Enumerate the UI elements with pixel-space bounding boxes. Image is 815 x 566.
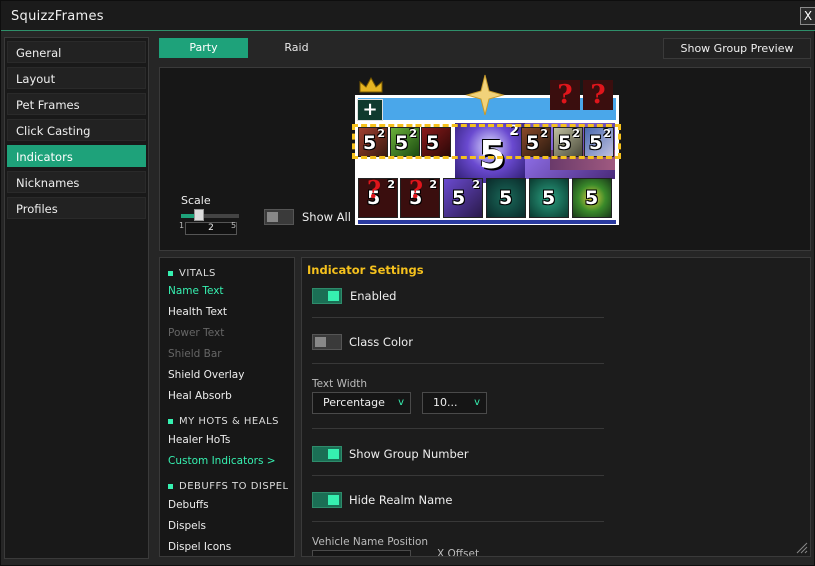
scale-slider[interactable]: 1 2 5: [179, 209, 241, 235]
sidebar-item-indicators[interactable]: Indicators: [7, 145, 146, 167]
enabled-toggle[interactable]: [312, 288, 342, 304]
tab-party[interactable]: Party: [159, 38, 248, 58]
list-item-debuffs[interactable]: Debuffs: [168, 499, 209, 511]
class-color-toggle[interactable]: [312, 334, 342, 350]
vehicle-name-position-label: Vehicle Name Position: [312, 536, 429, 548]
show-all-toggle[interactable]: [264, 209, 294, 225]
dispel-icon: 5: [486, 178, 526, 218]
indicator-settings-panel: Indicator Settings Enabled Class Color T…: [301, 257, 811, 557]
chevron-down-icon: v: [398, 397, 404, 408]
resize-grip-icon[interactable]: [796, 542, 808, 554]
list-item-custom-indicators[interactable]: Custom Indicators >: [168, 455, 276, 467]
plus-icon: +: [357, 99, 383, 121]
list-item-heal-absorb[interactable]: Heal Absorb: [168, 390, 232, 402]
list-item-shield-overlay[interactable]: Shield Overlay: [168, 369, 244, 381]
x-offset-label: X Offset: [437, 548, 480, 557]
debuff-icon: 52: [443, 178, 483, 218]
list-item-healer-hots[interactable]: Healer HoTs: [168, 434, 230, 446]
sidebar-item-profiles[interactable]: Profiles: [7, 197, 146, 219]
dispel-icon: 5: [572, 178, 612, 218]
show-group-number-label: Show Group Number: [349, 447, 469, 461]
hide-realm-name-label: Hide Realm Name: [349, 493, 453, 507]
enabled-label: Enabled: [350, 289, 397, 303]
sidebar-item-pet-frames[interactable]: Pet Frames: [7, 93, 146, 115]
divider: [312, 363, 604, 364]
frame-preview-panel: Scale 1 2 5 Show All + ? ? 5 2 5 2 5 5 2…: [159, 67, 811, 251]
category-my-hots-heals: MY HOTS & HEALS: [168, 416, 279, 427]
sidebar-item-nicknames[interactable]: Nicknames: [7, 171, 146, 193]
text-width-label: Text Width: [312, 378, 368, 390]
slider-max-label: 5: [231, 221, 237, 230]
unit-frame-preview: + ? ? 52 52 5 52 52 52 52 52 52 52 5 5 5…: [352, 74, 621, 225]
list-item-shield-bar[interactable]: Shield Bar: [168, 348, 222, 360]
tab-bar: Party Raid Show Group Preview: [159, 38, 811, 60]
leader-crown-icon: [359, 76, 383, 93]
divider: [312, 521, 604, 522]
show-group-number-toggle[interactable]: [312, 446, 342, 462]
list-item-health-text[interactable]: Health Text: [168, 306, 227, 318]
divider: [312, 317, 604, 318]
question-mark-icon: ?: [409, 175, 424, 204]
slider-min-label: 1: [179, 221, 185, 230]
class-color-label: Class Color: [349, 335, 413, 349]
text-width-mode-select[interactable]: Percentage v: [312, 392, 411, 414]
category-vitals: VITALS: [168, 268, 216, 279]
settings-title: Indicator Settings: [307, 263, 424, 277]
sidebar-item-layout[interactable]: Layout: [7, 67, 146, 89]
window-title: SquizzFrames: [11, 9, 104, 24]
sidebar-item-click-casting[interactable]: Click Casting: [7, 119, 146, 141]
divider: [312, 475, 604, 476]
divider: [312, 428, 604, 429]
list-item-name-text[interactable]: Name Text: [168, 285, 224, 297]
raid-star-icon: [465, 74, 505, 116]
list-item-power-text[interactable]: Power Text: [168, 327, 224, 339]
vehicle-name-position-select[interactable]: [312, 550, 411, 556]
dispel-icon: 5: [529, 178, 569, 218]
chevron-down-icon: v: [474, 397, 480, 408]
scale-value-box[interactable]: 2: [185, 222, 237, 235]
list-item-dispel-icons[interactable]: Dispel Icons: [168, 541, 231, 553]
question-mark-icon: ?: [367, 175, 382, 204]
close-button[interactable]: X: [800, 7, 815, 25]
power-bar: [358, 220, 616, 224]
question-mark-icon: ?: [583, 80, 613, 110]
slider-thumb[interactable]: [194, 209, 204, 221]
hide-realm-name-toggle[interactable]: [312, 492, 342, 508]
question-mark-icon: ?: [550, 80, 580, 110]
tab-raid[interactable]: Raid: [254, 38, 339, 58]
category-debuffs-to-dispel: DEBUFFS TO DISPEL: [168, 481, 289, 492]
sidebar-item-general[interactable]: General: [7, 41, 146, 63]
selected-indicator-highlight: [352, 124, 621, 159]
indicator-list-panel: VITALS Name Text Health Text Power Text …: [159, 257, 295, 557]
sidebar-nav: General Layout Pet Frames Click Casting …: [4, 37, 149, 559]
show-group-preview-button[interactable]: Show Group Preview: [663, 38, 811, 59]
text-width-value-select[interactable]: 10... v: [422, 392, 487, 414]
scale-label: Scale: [181, 194, 211, 207]
title-bar[interactable]: SquizzFrames X: [1, 1, 815, 31]
show-all-label: Show All: [302, 210, 351, 224]
addon-window: SquizzFrames X General Layout Pet Frames…: [0, 0, 815, 566]
list-item-dispels[interactable]: Dispels: [168, 520, 206, 532]
slider-fill: [181, 214, 195, 218]
